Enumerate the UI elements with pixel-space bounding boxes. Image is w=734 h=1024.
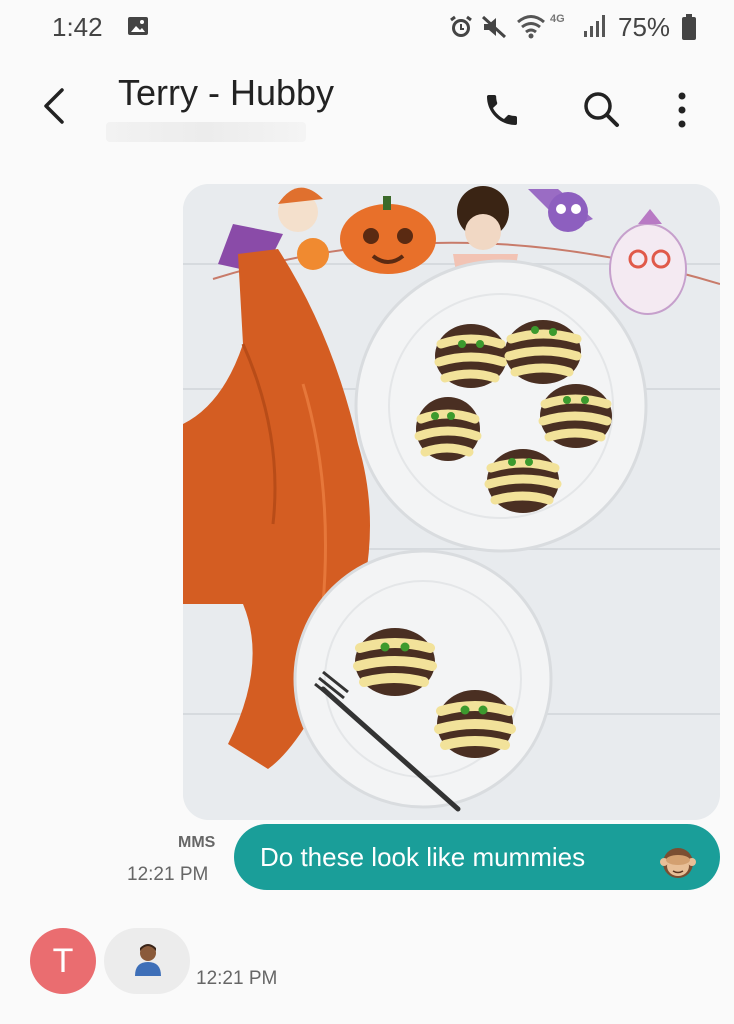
battery-icon bbox=[680, 13, 698, 46]
search-button[interactable] bbox=[580, 88, 622, 130]
food-photo bbox=[183, 184, 720, 820]
conversation-header: Terry - Hubby bbox=[0, 60, 734, 160]
incoming-message-bubble[interactable] bbox=[104, 928, 190, 994]
message-type-label: MMS bbox=[178, 834, 216, 851]
signal-icon bbox=[582, 13, 608, 44]
back-arrow-icon bbox=[44, 88, 64, 124]
search-icon bbox=[584, 92, 619, 127]
outgoing-message-text: Do these look like mummies bbox=[260, 842, 586, 872]
mms-image-attachment[interactable] bbox=[183, 184, 720, 820]
received-timestamp: 12:21 PM bbox=[196, 968, 278, 989]
mute-icon bbox=[480, 13, 508, 46]
more-options-button[interactable] bbox=[668, 88, 696, 132]
status-bar: 1:42 4G 75% bbox=[0, 0, 734, 56]
see-no-evil-monkey-emoji bbox=[660, 839, 696, 905]
gallery-icon bbox=[126, 14, 150, 43]
sent-timestamp: 12:21 PM bbox=[127, 864, 209, 885]
person-emoji bbox=[132, 942, 164, 983]
alarm-icon bbox=[447, 13, 475, 46]
wifi-icon bbox=[516, 12, 546, 45]
call-button[interactable] bbox=[482, 90, 522, 130]
network-type: 4G bbox=[550, 13, 565, 25]
more-vertical-icon bbox=[678, 92, 686, 128]
contact-name[interactable]: Terry - Hubby bbox=[118, 72, 334, 114]
status-time: 1:42 bbox=[52, 12, 103, 42]
phone-icon bbox=[487, 95, 517, 125]
battery-percentage: 75% bbox=[618, 12, 671, 42]
back-button[interactable] bbox=[34, 84, 74, 128]
outgoing-message-bubble[interactable]: Do these look like mummies bbox=[234, 824, 720, 890]
contact-number-redacted bbox=[106, 122, 306, 142]
contact-avatar[interactable]: T bbox=[30, 928, 96, 994]
